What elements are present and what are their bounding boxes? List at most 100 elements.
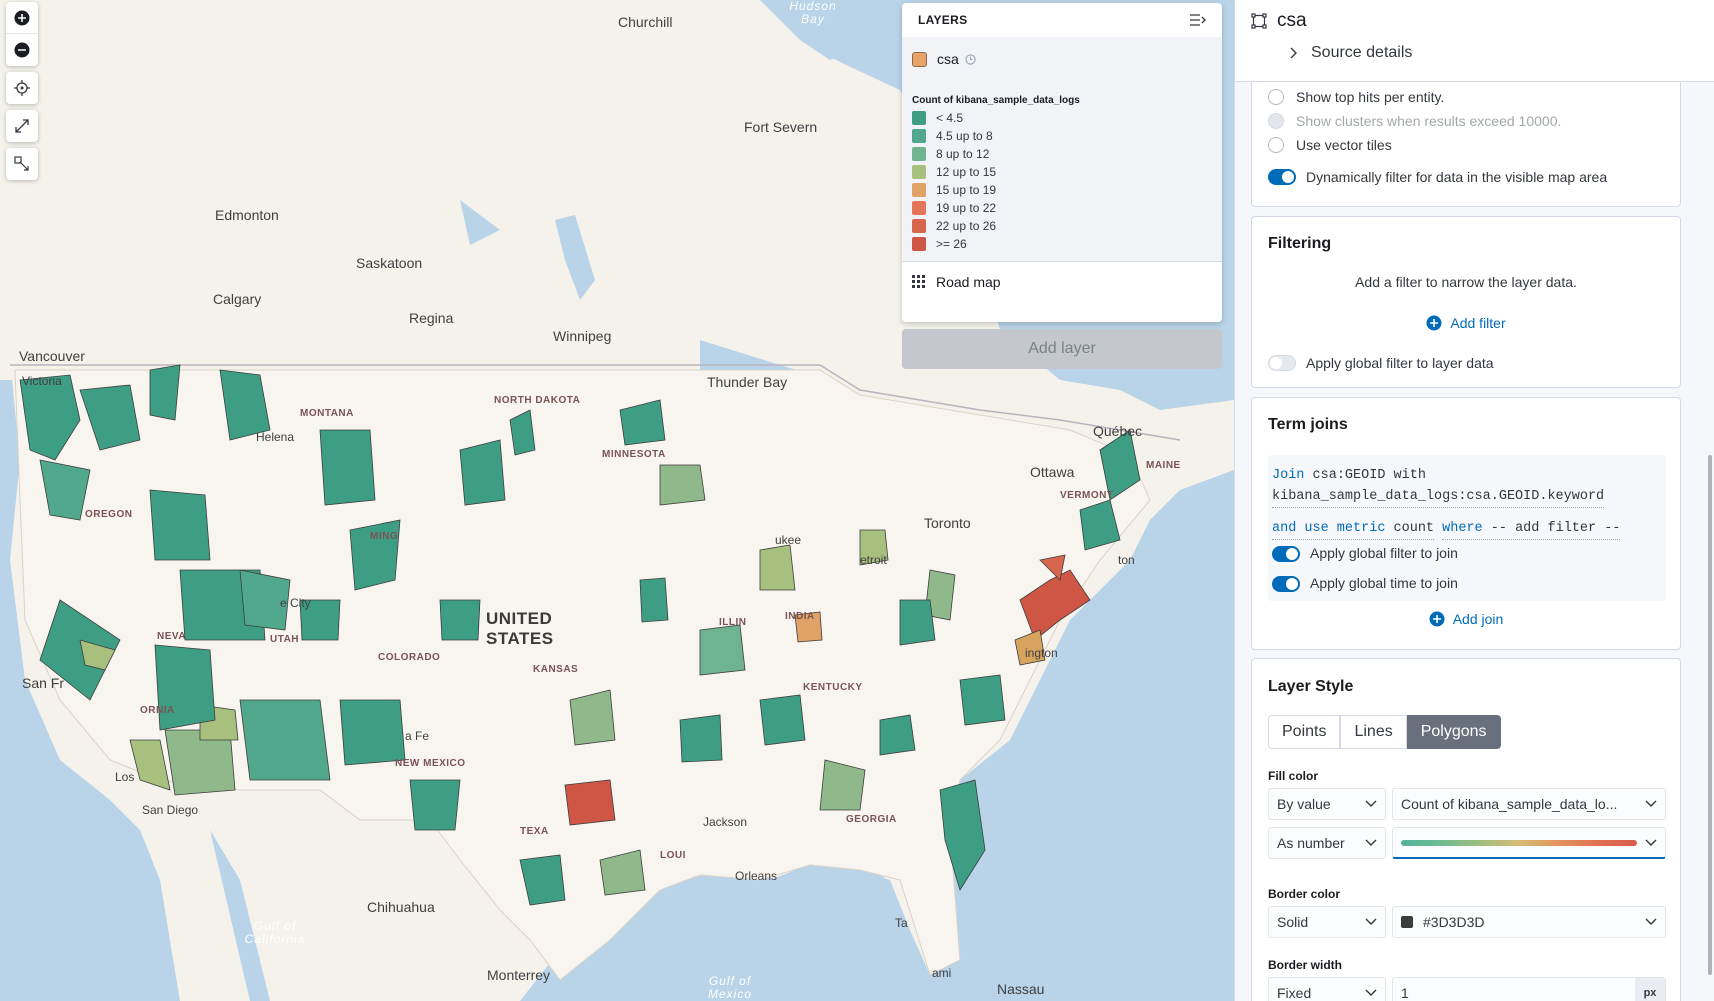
join-global-time-toggle[interactable] [1272, 575, 1300, 592]
global-filter-toggle[interactable] [1268, 355, 1296, 371]
chevron-right-icon [1290, 47, 1297, 59]
state-wyoming: MING [370, 531, 399, 542]
fill-mode-value: By value [1277, 796, 1331, 812]
chevron-down-icon [1365, 839, 1377, 846]
options-list: Show top hits per entity. Show clusters … [1268, 85, 1607, 185]
join-left-field[interactable]: csa:GEOID [1313, 468, 1386, 483]
tab-polygons[interactable]: Polygons [1406, 715, 1501, 749]
border-width-mode-select[interactable]: Fixed [1268, 977, 1386, 1001]
place-santa-fe: a Fe [405, 729, 430, 743]
legend-row: 19 up to 22 [912, 199, 1212, 217]
join-expression[interactable]: Join csa:GEOID with kibana_sample_data_lo… [1268, 455, 1666, 601]
legend-row: 12 up to 15 [912, 163, 1212, 181]
locate-control [6, 72, 38, 104]
place-saskatoon: Saskatoon [356, 255, 423, 271]
radio-vector-tiles[interactable] [1268, 137, 1284, 153]
join-global-time-label: Apply global time to join [1310, 575, 1458, 591]
legend-row: 15 up to 19 [912, 181, 1212, 199]
fill-field-select[interactable]: Count of kibana_sample_data_lo... [1392, 788, 1666, 820]
place-washington: ington [1025, 646, 1058, 660]
place-san-francisco: San Fr [22, 675, 65, 691]
panel-scrollbar[interactable] [1708, 455, 1712, 975]
dynamic-filter-toggle[interactable] [1268, 169, 1296, 185]
join-global-time-row[interactable]: Apply global time to join [1272, 573, 1662, 594]
state-louisiana: LOUI [660, 850, 686, 861]
state-new-mexico: NEW MEXICO [395, 758, 466, 769]
radio-clusters [1268, 113, 1284, 129]
fill-color-label: Fill color [1268, 769, 1319, 783]
place-orleans: Orleans [735, 869, 778, 883]
source-details-toggle[interactable]: Source details [1289, 44, 1412, 62]
zoom-in-button[interactable] [6, 2, 38, 34]
crosshair-icon [14, 80, 30, 96]
metric-value[interactable]: count [1394, 521, 1435, 536]
place-san-diego: San Diego [142, 803, 199, 817]
legend-label: 22 up to 26 [936, 219, 997, 233]
zoom-out-button[interactable] [6, 34, 38, 66]
place-victoria: Victoria [22, 374, 62, 388]
border-width-value: 1 [1401, 985, 1409, 1001]
panel-header: csa Source details [1235, 0, 1714, 82]
where-filter[interactable]: -- add filter -- [1491, 521, 1621, 536]
border-color-select[interactable]: #3D3D3D [1392, 906, 1666, 938]
layer-item-road-map[interactable]: Road map [902, 261, 1222, 301]
place-boston: ton [1118, 553, 1135, 567]
legend-row: < 4.5 [912, 109, 1212, 127]
collapse-panel-icon[interactable] [1190, 14, 1206, 26]
state-indiana: INDIA [785, 611, 815, 622]
source-details-label: Source details [1311, 44, 1413, 61]
chevron-down-icon [1645, 918, 1657, 925]
state-vermont: VERMONT [1060, 490, 1114, 501]
add-layer-button[interactable]: Add layer [902, 329, 1222, 369]
plus-in-circle-icon [1426, 315, 1442, 331]
fullscreen-button[interactable] [6, 110, 38, 142]
place-fort-severn: Fort Severn [744, 119, 818, 135]
add-join-button[interactable]: Add join [1252, 611, 1680, 627]
legend-label: >= 26 [936, 237, 967, 251]
color-ramp-select[interactable] [1392, 827, 1666, 859]
place-winnipeg: Winnipeg [553, 328, 612, 344]
legend-label: < 4.5 [936, 111, 964, 125]
legend-label: 12 up to 15 [936, 165, 997, 179]
place-regina: Regina [409, 310, 454, 326]
legend-label: 8 up to 12 [936, 147, 990, 161]
place-detroit: etroit [860, 553, 887, 567]
place-monterrey: Monterrey [487, 967, 551, 983]
draw-tools-button[interactable] [6, 148, 38, 180]
panel-title: csa [1251, 10, 1307, 32]
border-color-value: #3D3D3D [1423, 914, 1485, 930]
tab-points[interactable]: Points [1268, 715, 1341, 749]
place-ottawa: Ottawa [1030, 464, 1075, 480]
term-joins-card: Term joins Join csa:GEOID with kibana_sam… [1251, 397, 1681, 650]
radio-top-hits[interactable] [1268, 89, 1284, 105]
border-color-label: Border color [1268, 887, 1341, 901]
option-vector-tiles[interactable]: Use vector tiles [1268, 133, 1607, 157]
join-right-field[interactable]: kibana_sample_data_logs:csa.GEOID.keywor… [1272, 489, 1604, 504]
state-montana: MONTANA [300, 408, 354, 419]
option-top-hits[interactable]: Show top hits per entity. [1268, 85, 1607, 109]
add-filter-button[interactable]: Add filter [1252, 315, 1680, 331]
layer-swatch [912, 51, 927, 67]
fill-as-value: As number [1277, 835, 1345, 851]
legend-swatch [912, 183, 926, 197]
border-width-mode-value: Fixed [1277, 985, 1312, 1001]
zoom-controls [6, 2, 38, 66]
map-canvas[interactable]: Churchill Fort Severn Edmonton Saskatoon… [0, 0, 1234, 1001]
place-quebec: Québec [1093, 423, 1143, 439]
chevron-down-icon [1645, 839, 1657, 846]
locate-button[interactable] [6, 72, 38, 104]
layer-item-csa[interactable]: csa [902, 37, 1222, 81]
join-global-filter-row[interactable]: Apply global filter to join [1272, 543, 1662, 564]
border-width-input[interactable]: 1 px [1392, 977, 1666, 1001]
fill-mode-select[interactable]: By value [1268, 788, 1386, 820]
tab-lines[interactable]: Lines [1340, 715, 1407, 749]
join-global-filter-toggle[interactable] [1272, 545, 1300, 562]
global-filter-row[interactable]: Apply global filter to layer data [1268, 355, 1494, 371]
border-mode-select[interactable]: Solid [1268, 906, 1386, 938]
layers-header: LAYERS [902, 3, 1222, 37]
legend-row: 8 up to 12 [912, 145, 1212, 163]
country-label: UNITED STATES [486, 609, 554, 648]
option-dynamic-filter[interactable]: Dynamically filter for data in the visib… [1268, 169, 1607, 185]
fill-as-select[interactable]: As number [1268, 827, 1386, 859]
state-utah: UTAH [270, 634, 300, 645]
